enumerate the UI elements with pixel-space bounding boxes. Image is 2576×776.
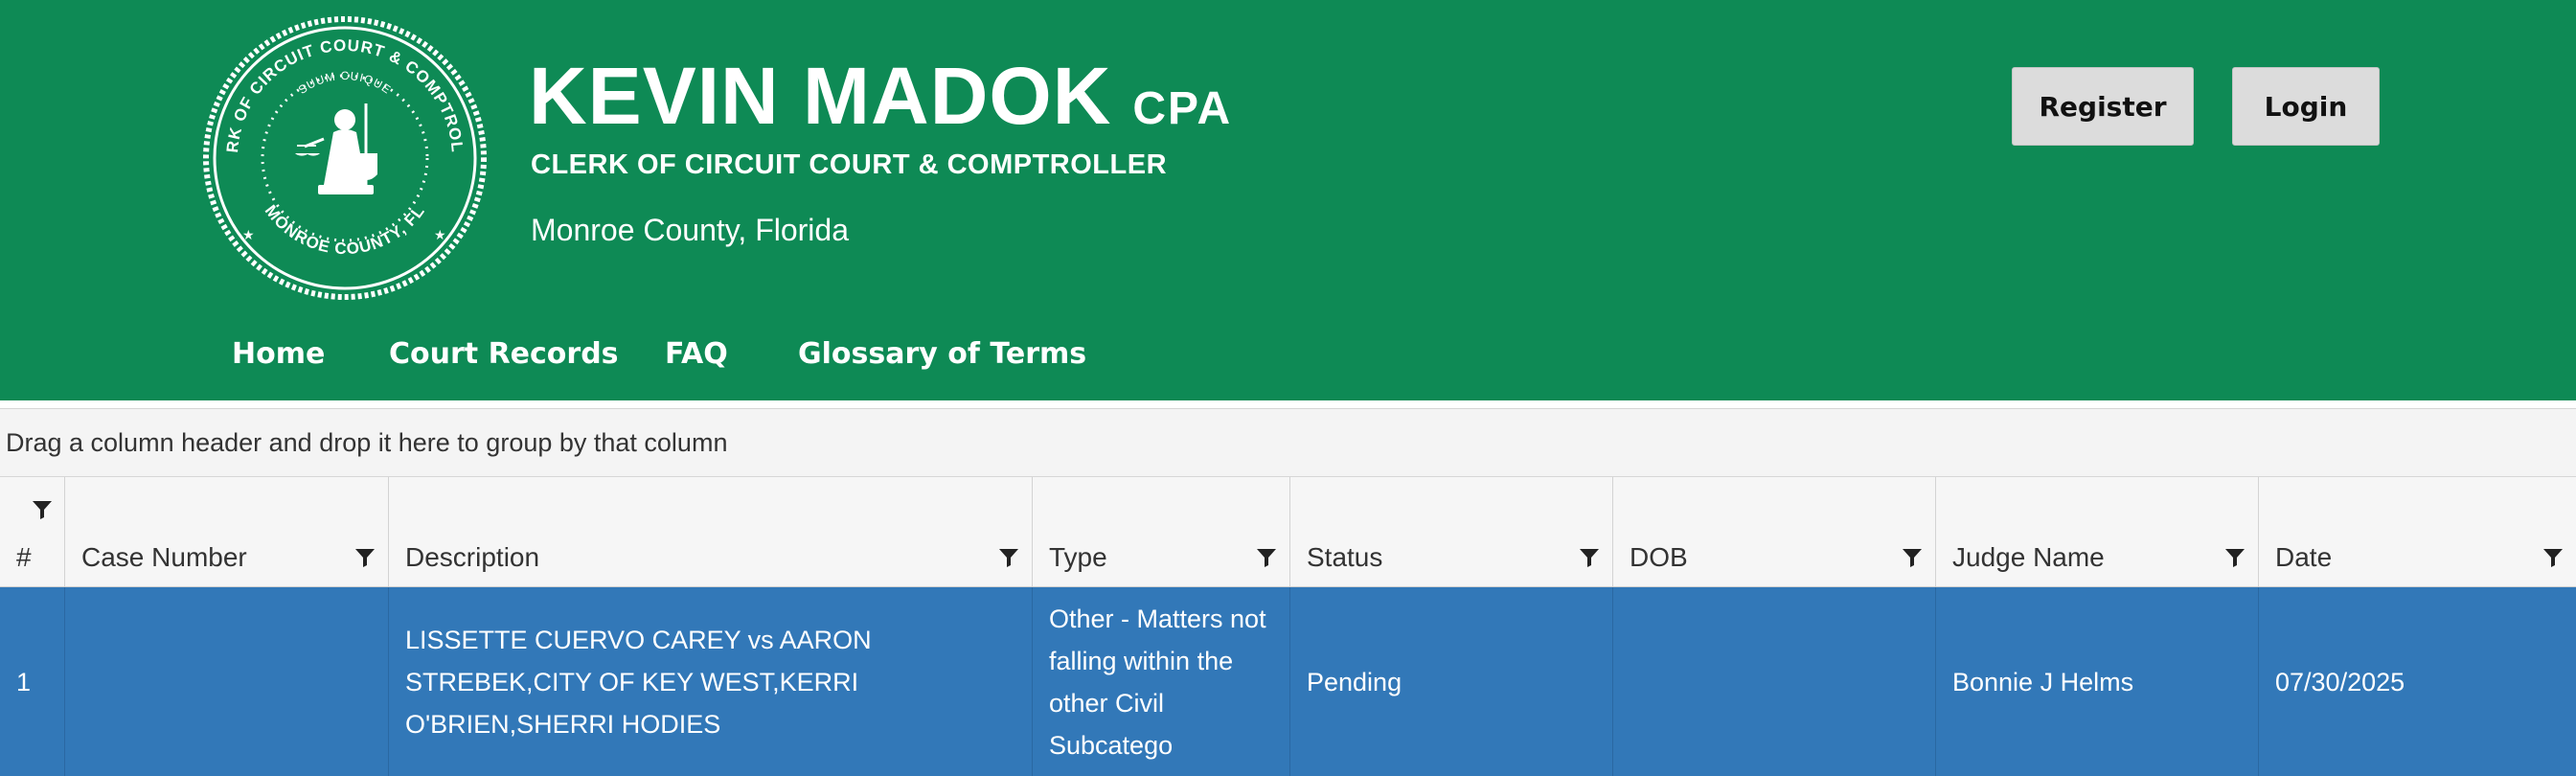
column-header-label: Description [405, 542, 540, 572]
cell-judge-name: Bonnie J Helms [1936, 587, 2259, 776]
brand-name: KEVIN MADOK CPA [529, 56, 1232, 136]
login-button[interactable]: Login [2232, 67, 2380, 146]
cell-type: Other - Matters not falling within the o… [1033, 587, 1290, 776]
column-header-label: Type [1049, 542, 1107, 572]
brand-name-text: KEVIN MADOK [529, 51, 1112, 141]
column-header-index[interactable]: # [0, 477, 65, 586]
nav-court-records[interactable]: Court Records [389, 337, 619, 371]
funnel-icon[interactable] [1255, 546, 1278, 569]
grid-header: # Case Number Description Type Status DO… [0, 477, 2576, 587]
column-header-label: # [16, 542, 32, 572]
funnel-icon[interactable] [1901, 546, 1924, 569]
column-header-label: Date [2275, 542, 2333, 572]
cell-case-number[interactable] [65, 587, 389, 776]
svg-text:MONROE COUNTY, FL: MONROE COUNTY, FL [262, 202, 428, 259]
column-header-description[interactable]: Description [389, 477, 1033, 586]
group-hint-text: Drag a column header and drop it here to… [6, 428, 728, 457]
column-header-label: Judge Name [1952, 542, 2105, 572]
column-header-label: Case Number [81, 542, 247, 572]
nav-faq[interactable]: FAQ [665, 337, 728, 371]
brand-county: Monroe County, Florida [531, 213, 849, 247]
column-header-status[interactable]: Status [1290, 477, 1613, 586]
funnel-icon[interactable] [2223, 546, 2246, 569]
table-row[interactable]: 1 LISSETTE CUERVO CAREY vs AARON STREBEK… [0, 587, 2576, 776]
site-header: CLERK OF CIRCUIT COURT & COMPTROLLER MON… [0, 0, 2576, 400]
column-header-date[interactable]: Date [2259, 477, 2576, 586]
column-header-case-number[interactable]: Case Number [65, 477, 389, 586]
star-icon: ★ [434, 227, 446, 242]
column-header-label: DOB [1630, 542, 1688, 572]
cell-status: Pending [1290, 587, 1613, 776]
funnel-icon[interactable] [997, 546, 1020, 569]
group-by-drop-zone[interactable]: Drag a column header and drop it here to… [0, 408, 2576, 477]
cell-description: LISSETTE CUERVO CAREY vs AARON STREBEK,C… [389, 587, 1033, 776]
cell-date: 07/30/2025 [2275, 667, 2405, 696]
clerk-seal-logo[interactable]: CLERK OF CIRCUIT COURT & COMPTROLLER MON… [201, 10, 489, 307]
svg-text:SUUM CUIQUE: SUUM CUIQUE [296, 69, 394, 97]
funnel-icon[interactable] [353, 546, 376, 569]
nav-glossary[interactable]: Glossary of Terms [798, 337, 1086, 371]
justice-figure-icon [295, 103, 377, 194]
column-header-judge-name[interactable]: Judge Name [1936, 477, 2259, 586]
column-header-type[interactable]: Type [1033, 477, 1290, 586]
cell-dob [1613, 587, 1936, 776]
funnel-icon[interactable] [2542, 546, 2565, 569]
funnel-icon[interactable] [1578, 546, 1601, 569]
register-button[interactable]: Register [2012, 67, 2194, 146]
brand-suffix: CPA [1132, 83, 1233, 134]
star-icon: ★ [242, 227, 255, 242]
column-header-dob[interactable]: DOB [1613, 477, 1936, 586]
funnel-icon[interactable] [31, 498, 54, 521]
column-header-label: Status [1307, 542, 1383, 572]
brand-subtitle: CLERK OF CIRCUIT COURT & COMPTROLLER [531, 149, 1168, 180]
nav-home[interactable]: Home [232, 337, 325, 371]
cell-index: 1 [0, 587, 65, 776]
